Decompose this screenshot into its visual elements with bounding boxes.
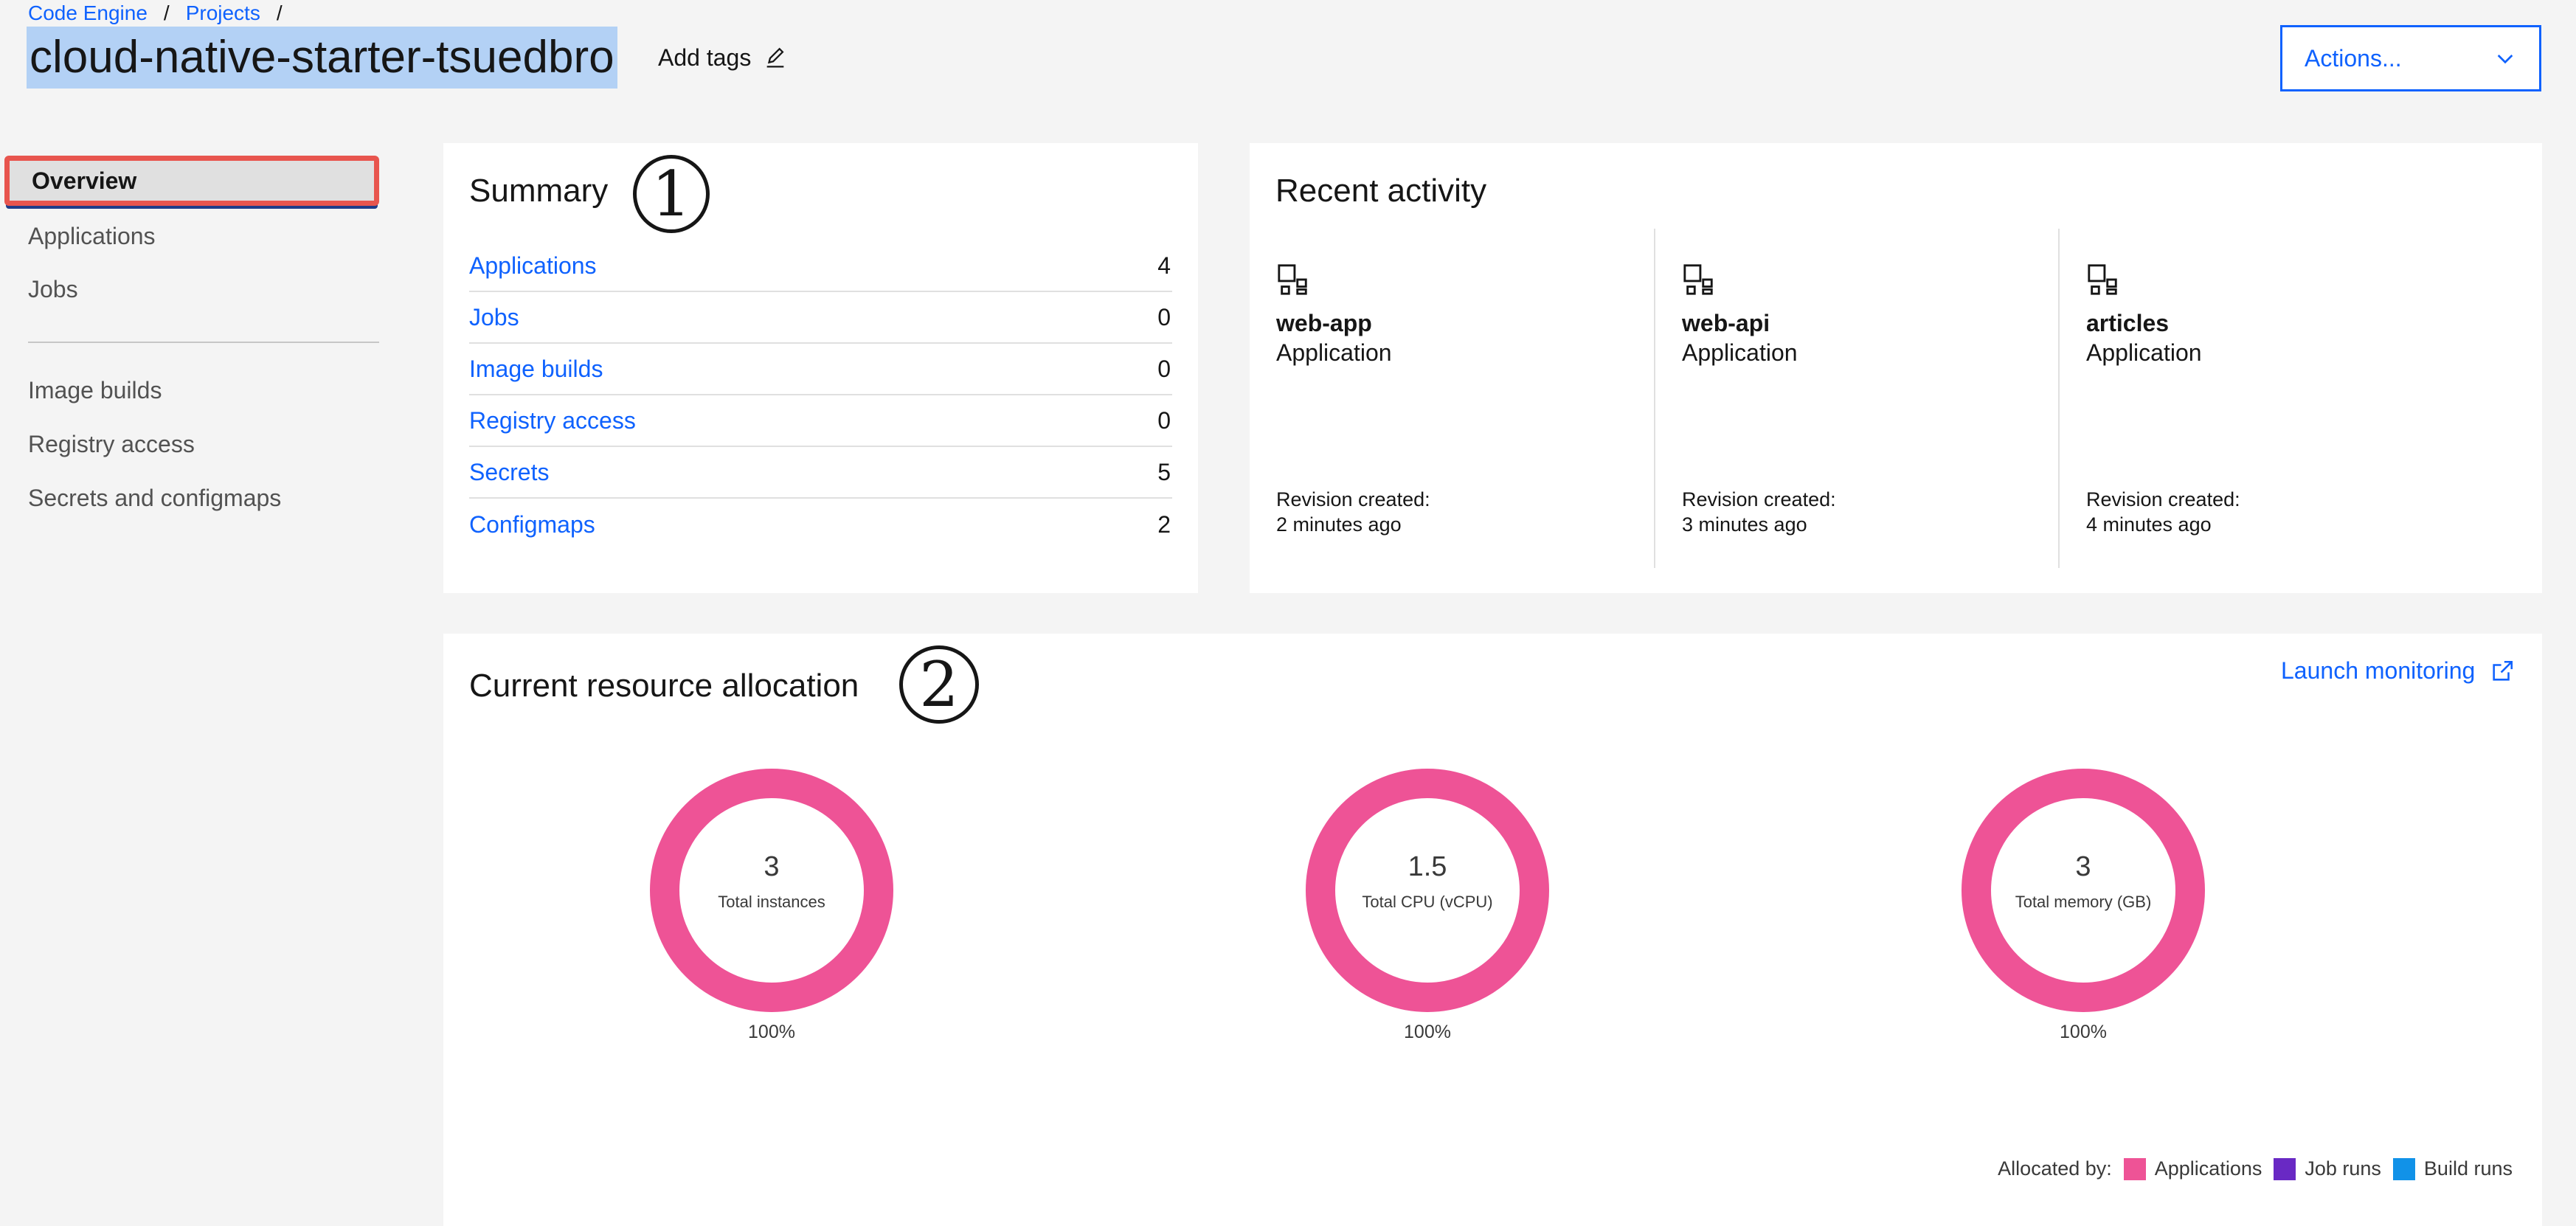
- summary-count: 2: [1157, 510, 1171, 538]
- summary-row-applications: Applications 4: [469, 240, 1172, 292]
- activity-item-type: Application: [1682, 339, 1798, 366]
- donut-total-cpu: 1.5 Total CPU (vCPU): [1306, 769, 1549, 1012]
- breadcrumb-code-engine[interactable]: Code Engine: [28, 1, 148, 25]
- legend-label: Job runs: [2305, 1157, 2381, 1180]
- allocation-legend: Allocated by: Applications Job runs Buil…: [1998, 1157, 2513, 1180]
- donut-label: Total instances: [718, 893, 825, 911]
- summary-link[interactable]: Jobs: [469, 304, 519, 331]
- launch-monitoring-label: Launch monitoring: [2281, 657, 2476, 684]
- donut-value: 1.5: [1408, 851, 1447, 882]
- application-icon: [2088, 264, 2117, 295]
- legend-swatch: [2274, 1157, 2296, 1180]
- page-title: cloud-native-starter-tsuedbro: [27, 27, 617, 89]
- activity-item[interactable]: web-api Application Revision created: 3 …: [1654, 229, 2058, 568]
- activity-item-name: web-app: [1276, 310, 1372, 336]
- legend-swatch: [2392, 1157, 2415, 1180]
- chevron-down-icon: [2497, 55, 2513, 64]
- summary-title: Summary: [469, 173, 609, 209]
- resource-allocation-panel: Current resource allocation 2 Launch mon…: [443, 634, 2542, 1226]
- activity-item[interactable]: articles Application Revision created: 4…: [2058, 229, 2462, 568]
- summary-count: 0: [1157, 355, 1171, 382]
- sidebar-item-overview[interactable]: Overview: [4, 156, 379, 206]
- summary-count: 4: [1157, 252, 1171, 279]
- activity-revision-time: 4 minutes ago: [2086, 513, 2212, 536]
- legend-item-build-runs: Build runs: [2392, 1157, 2513, 1180]
- legend-label: Build runs: [2423, 1157, 2513, 1180]
- resource-allocation-title: Current resource allocation: [469, 668, 859, 704]
- sidebar-item-applications[interactable]: Applications: [28, 223, 156, 250]
- donut-ring: [650, 769, 893, 1012]
- activity-revision-label: Revision created:: [1276, 488, 1430, 510]
- sidebar-divider: [28, 342, 379, 343]
- summary-link[interactable]: Configmaps: [469, 511, 595, 538]
- sidebar-item-image-builds[interactable]: Image builds: [28, 377, 162, 404]
- activity-revision-time: 3 minutes ago: [1682, 513, 1807, 536]
- legend-item-job-runs: Job runs: [2274, 1157, 2381, 1180]
- activity-revision-label: Revision created:: [2086, 488, 2240, 510]
- sidebar-item-secrets-configmaps[interactable]: Secrets and configmaps: [28, 485, 281, 512]
- breadcrumb: Code Engine / Projects /: [28, 1, 283, 25]
- actions-dropdown[interactable]: Actions...: [2280, 25, 2541, 91]
- breadcrumb-separator: /: [163, 1, 170, 24]
- summary-link[interactable]: Applications: [469, 252, 597, 280]
- annotation-marker: 1: [633, 155, 710, 233]
- actions-label: Actions...: [2305, 44, 2402, 72]
- sidebar-item-registry-access[interactable]: Registry access: [28, 431, 195, 458]
- application-icon: [1683, 264, 1713, 295]
- external-link-icon: [2493, 660, 2513, 681]
- donut-label: Total CPU (vCPU): [1362, 893, 1493, 911]
- edit-icon: [766, 47, 784, 67]
- legend-prefix: Allocated by:: [1998, 1157, 2112, 1180]
- recent-activity-panel: Recent activity web-app Application Revi…: [1250, 143, 2542, 593]
- activity-revision-label: Revision created:: [1682, 488, 1836, 510]
- sidebar-item-jobs[interactable]: Jobs: [28, 276, 78, 303]
- donut-percent: 100%: [1404, 1022, 1451, 1042]
- sidebar-item-label: Overview: [32, 167, 137, 194]
- breadcrumb-projects[interactable]: Projects: [186, 1, 260, 25]
- application-icon: [1278, 264, 1307, 295]
- summary-link[interactable]: Image builds: [469, 356, 603, 383]
- activity-item[interactable]: web-app Application Revision created: 2 …: [1250, 229, 1654, 568]
- summary-count: 0: [1157, 303, 1171, 330]
- donut-ring: [1962, 769, 2205, 1012]
- summary-link[interactable]: Secrets: [469, 459, 549, 486]
- summary-row-secrets: Secrets 5: [469, 447, 1172, 499]
- donut-total-instances: 3 Total instances: [650, 769, 893, 1012]
- activity-item-type: Application: [2086, 339, 2202, 366]
- breadcrumb-separator: /: [276, 1, 283, 24]
- annotation-marker: 2: [899, 645, 979, 724]
- legend-label: Applications: [2154, 1157, 2262, 1180]
- summary-count: 5: [1157, 458, 1171, 485]
- donut-percent: 100%: [2060, 1022, 2107, 1042]
- summary-row-jobs: Jobs 0: [469, 292, 1172, 344]
- summary-row-configmaps: Configmaps 2: [469, 499, 1172, 550]
- activity-item-name: articles: [2086, 310, 2170, 336]
- legend-swatch: [2123, 1157, 2146, 1180]
- donut-percent: 100%: [748, 1022, 795, 1042]
- add-tags-label: Add tags: [658, 44, 752, 71]
- donut-value: 3: [2075, 851, 2091, 882]
- summary-panel: Summary 1 Applications 4 Jobs 0 Image bu…: [443, 143, 1198, 593]
- donut-label: Total memory (GB): [2015, 893, 2152, 911]
- add-tags-button[interactable]: Add tags: [658, 44, 788, 72]
- summary-row-registry-access: Registry access 0: [469, 395, 1172, 447]
- donut-total-memory: 3 Total memory (GB): [1962, 769, 2205, 1012]
- recent-activity-title: Recent activity: [1275, 173, 1487, 209]
- legend-item-applications: Applications: [2123, 1157, 2262, 1180]
- summary-row-image-builds: Image builds 0: [469, 344, 1172, 395]
- donut-value: 3: [764, 851, 780, 882]
- activity-revision-time: 2 minutes ago: [1276, 513, 1402, 536]
- launch-monitoring-link[interactable]: Launch monitoring: [2281, 657, 2515, 685]
- summary-count: 0: [1157, 406, 1171, 434]
- donut-ring: [1306, 769, 1549, 1012]
- activity-item-name: web-api: [1682, 310, 1770, 336]
- activity-item-type: Application: [1276, 339, 1392, 366]
- summary-link[interactable]: Registry access: [469, 407, 636, 434]
